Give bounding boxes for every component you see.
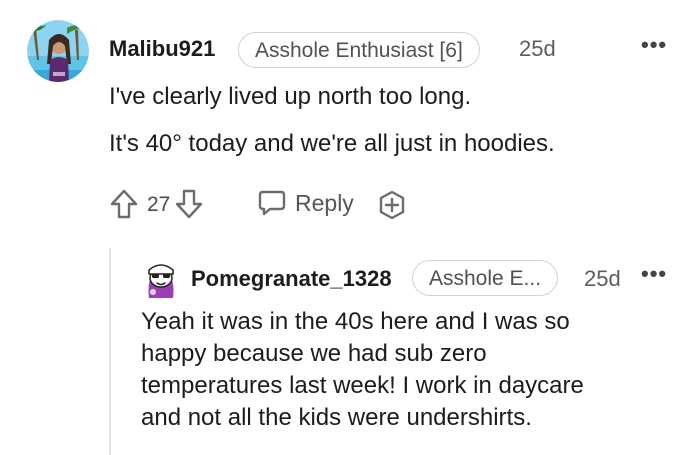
comment-body-line: It's 40° today and we're all just in hoo…	[109, 130, 555, 157]
thread-line[interactable]	[109, 248, 111, 455]
comment-age: 25d	[519, 36, 556, 61]
user-flair: Asshole E...	[412, 260, 559, 296]
reply-body: Yeah it was in the 40s here and I was so…	[141, 306, 584, 434]
reply-label: Reply	[295, 189, 354, 216]
avatar[interactable]	[143, 262, 179, 298]
vote-controls: 27	[109, 188, 204, 220]
speech-bubble-icon	[257, 188, 287, 218]
reply-body-line: temperatures last week! I work in daycar…	[141, 372, 584, 399]
reply-button[interactable]: Reply	[257, 188, 354, 218]
more-options-button[interactable]: •••	[641, 263, 667, 285]
award-button[interactable]	[376, 189, 408, 221]
user-flair: Asshole Enthusiast [6]	[238, 32, 480, 68]
reply-body-line: happy because we had sub zero	[141, 340, 487, 367]
reply-body-line: Yeah it was in the 40s here and I was so	[141, 308, 570, 335]
reply-age: 25d	[584, 266, 621, 291]
reply-username[interactable]: Pomegranate_1328	[191, 268, 392, 290]
vote-count: 27	[147, 192, 171, 216]
more-options-button[interactable]: •••	[641, 34, 667, 56]
comment-body-line: I've clearly lived up north too long.	[109, 83, 472, 110]
ellipsis-icon: •••	[641, 32, 668, 57]
arrow-up-icon[interactable]	[109, 188, 139, 220]
avatar[interactable]	[27, 20, 89, 82]
award-icon	[376, 189, 408, 221]
comment-username[interactable]: Malibu921	[109, 38, 215, 60]
arrow-down-icon[interactable]	[174, 188, 204, 220]
ellipsis-icon: •••	[641, 261, 668, 286]
reply-body-line: and not all the kids were undershirts.	[141, 404, 532, 431]
